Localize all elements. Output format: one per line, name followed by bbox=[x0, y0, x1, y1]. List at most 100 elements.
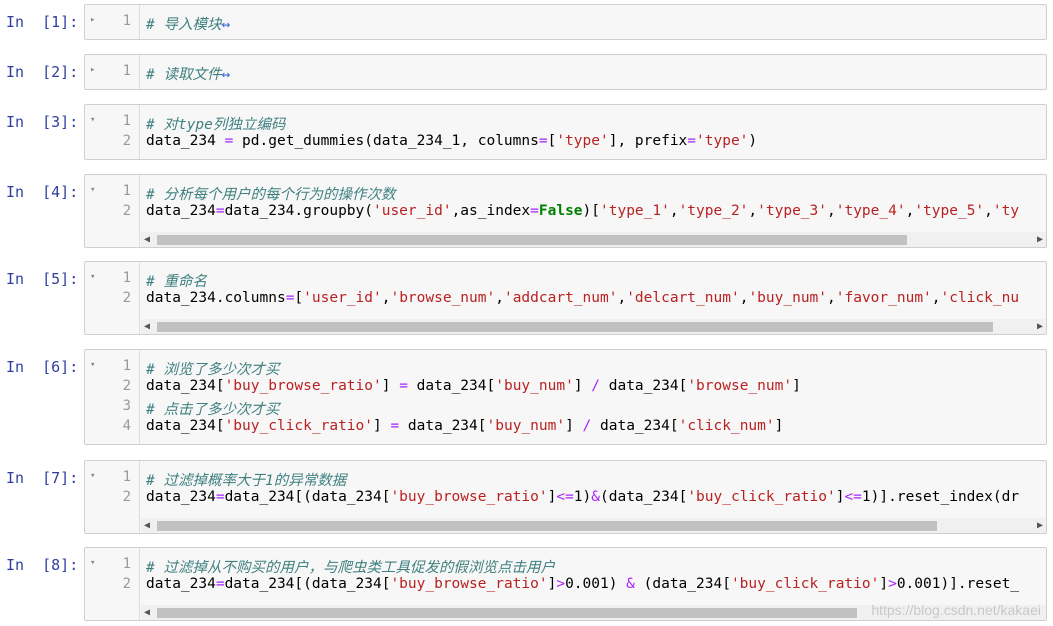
line-number: 2 bbox=[122, 378, 131, 394]
code-token: # 分析每个用户的每个行为的操作次数 bbox=[146, 187, 396, 203]
code-input-area[interactable]: ▾ 1 2 # 过滤掉概率大于1的异常数据 data_234=data_234[… bbox=[84, 460, 1047, 534]
cell-prompt: In [7]: bbox=[6, 469, 79, 487]
code-token: = bbox=[215, 576, 225, 592]
fold-toggle-icon[interactable]: ▾ bbox=[90, 115, 95, 125]
code-token: pd.get_dummies(data_234_1, columns bbox=[233, 133, 539, 149]
scrollbar-thumb[interactable] bbox=[157, 521, 937, 531]
line-number: 1 bbox=[122, 556, 131, 572]
line-gutter: ▾ 1 2 bbox=[85, 105, 140, 159]
fold-toggle-icon[interactable]: ▾ bbox=[90, 360, 95, 370]
code-token: 'type_4' bbox=[835, 203, 906, 219]
scroll-right-icon[interactable]: ▶ bbox=[1037, 319, 1043, 334]
code-token: data_234[ bbox=[146, 418, 225, 434]
code-token: 'type_5' bbox=[914, 203, 985, 219]
code-input-area[interactable]: ▾ 1 2 # 分析每个用户的每个行为的操作次数 data_234=data_2… bbox=[84, 174, 1047, 248]
scrollbar-thumb[interactable] bbox=[157, 608, 857, 618]
code-token: 'buy_num' bbox=[748, 290, 828, 306]
code-input-area[interactable]: ▾ 1 2 # 重命名 data_234.columns=['user_id',… bbox=[84, 261, 1047, 335]
code-token: ↔ bbox=[221, 17, 231, 33]
code-token: 'type' bbox=[696, 133, 749, 149]
horizontal-scrollbar[interactable]: ◀ ▶ bbox=[141, 518, 1046, 533]
cell-prompt: In [3]: bbox=[6, 113, 79, 131]
code-token: 'buy_num' bbox=[486, 418, 566, 434]
code-token: , bbox=[905, 203, 915, 219]
code-line: # 过滤掉概率大于1的异常数据 bbox=[146, 469, 346, 490]
fold-toggle-icon[interactable]: ▾ bbox=[90, 185, 95, 195]
horizontal-scrollbar[interactable]: ◀ ▶ bbox=[141, 232, 1046, 247]
code-token: )[ bbox=[582, 203, 600, 219]
code-line: data_234.columns=['user_id','browse_num'… bbox=[146, 290, 1019, 306]
notebook-cell-3: In [3]: ▾ 1 2 # 对type列独立编码 data_234 = pd… bbox=[0, 104, 1053, 160]
notebook-cell-1: In [1]: ▸ 1 # 导入模块↔ bbox=[0, 4, 1053, 40]
code-token: ], prefix bbox=[608, 133, 688, 149]
code-input-area[interactable]: ▸ 1 # 导入模块↔ bbox=[84, 4, 1047, 40]
line-number: 1 bbox=[122, 358, 131, 374]
code-token: 'buy_click_ratio' bbox=[730, 576, 880, 592]
collapsed-toggle-icon[interactable]: ▸ bbox=[90, 65, 95, 75]
code-token: / bbox=[591, 378, 601, 394]
horizontal-scrollbar[interactable]: ◀ ▶ bbox=[141, 319, 1046, 334]
code-token: data_234[(data_234[ bbox=[224, 576, 391, 592]
code-line: data_234=data_234.groupby('user_id',as_i… bbox=[146, 203, 1019, 219]
line-number: 2 bbox=[122, 489, 131, 505]
code-token: data_234 bbox=[146, 576, 216, 592]
line-gutter: ▸ 1 bbox=[85, 55, 140, 89]
code-line: # 读取文件↔ bbox=[146, 63, 230, 84]
line-number: 2 bbox=[122, 203, 131, 219]
code-line: data_234=data_234[(data_234['buy_browse_… bbox=[146, 489, 1019, 505]
collapsed-toggle-icon[interactable]: ▸ bbox=[90, 15, 95, 25]
scroll-right-icon[interactable]: ▶ bbox=[1037, 518, 1043, 533]
code-token: # 点击了多少次才买 bbox=[146, 402, 280, 418]
scroll-left-icon[interactable]: ◀ bbox=[144, 319, 150, 334]
scrollbar-thumb[interactable] bbox=[157, 322, 993, 332]
scroll-left-icon[interactable]: ◀ bbox=[144, 232, 150, 247]
code-token: 'favor_num' bbox=[835, 290, 932, 306]
code-token: , bbox=[827, 203, 836, 219]
code-token: ] bbox=[381, 378, 400, 394]
cell-prompt: In [5]: bbox=[6, 270, 79, 288]
code-line: # 过滤掉从不购买的用户，与爬虫类工具促发的假浏览点击用户 bbox=[146, 556, 555, 577]
line-number: 4 bbox=[122, 418, 131, 434]
code-token: ) bbox=[748, 133, 758, 149]
code-input-area[interactable]: ▾ 1 2 # 对type列独立编码 data_234 = pd.get_dum… bbox=[84, 104, 1047, 160]
line-gutter: ▾ 1 2 bbox=[85, 175, 140, 247]
scroll-left-icon[interactable]: ◀ bbox=[144, 518, 150, 533]
scroll-right-icon[interactable]: ▶ bbox=[1037, 232, 1043, 247]
code-token: <= bbox=[844, 489, 862, 505]
code-token: , bbox=[931, 290, 941, 306]
fold-toggle-icon[interactable]: ▾ bbox=[90, 272, 95, 282]
code-token: = bbox=[530, 203, 539, 219]
line-gutter: ▾ 1 2 bbox=[85, 548, 140, 620]
code-token: data_234[ bbox=[407, 378, 496, 394]
code-input-area[interactable]: ▾ 1 2 3 4 # 浏览了多少次才买 data_234['buy_brows… bbox=[84, 349, 1047, 445]
notebook-cell-5: In [5]: ▾ 1 2 # 重命名 data_234.columns=['u… bbox=[0, 261, 1053, 335]
code-token: , bbox=[495, 290, 504, 306]
code-token: , bbox=[617, 290, 627, 306]
code-token: ] bbox=[774, 418, 784, 434]
cell-prompt: In [6]: bbox=[6, 358, 79, 376]
code-token: 'browse_num' bbox=[687, 378, 793, 394]
scroll-left-icon[interactable]: ◀ bbox=[144, 605, 150, 620]
code-token: 'type_1' bbox=[600, 203, 670, 219]
code-token: = bbox=[390, 418, 400, 434]
code-token: 'buy_browse_ratio' bbox=[224, 378, 382, 394]
code-input-area[interactable]: ▸ 1 # 读取文件↔ bbox=[84, 54, 1047, 90]
code-token: = bbox=[215, 489, 225, 505]
code-line: # 分析每个用户的每个行为的操作次数 bbox=[146, 183, 395, 204]
code-token: = bbox=[687, 133, 697, 149]
code-token: ↔ bbox=[221, 67, 231, 83]
code-token: 'type_3' bbox=[757, 203, 827, 219]
fold-toggle-icon[interactable]: ▾ bbox=[90, 471, 95, 481]
cell-prompt: In [8]: bbox=[6, 556, 79, 574]
fold-toggle-icon[interactable]: ▾ bbox=[90, 558, 95, 568]
notebook-cell-2: In [2]: ▸ 1 # 读取文件↔ bbox=[0, 54, 1053, 90]
code-token: ] bbox=[565, 418, 583, 434]
code-token: ] bbox=[879, 576, 889, 592]
code-token: ] bbox=[372, 418, 391, 434]
code-line: # 导入模块↔ bbox=[146, 13, 230, 34]
scrollbar-thumb[interactable] bbox=[157, 235, 907, 245]
line-number: 1 bbox=[122, 469, 131, 485]
code-token: 'click_nu bbox=[940, 290, 1020, 306]
code-token: > bbox=[888, 576, 897, 592]
code-line: data_234 = pd.get_dummies(data_234_1, co… bbox=[146, 133, 757, 149]
